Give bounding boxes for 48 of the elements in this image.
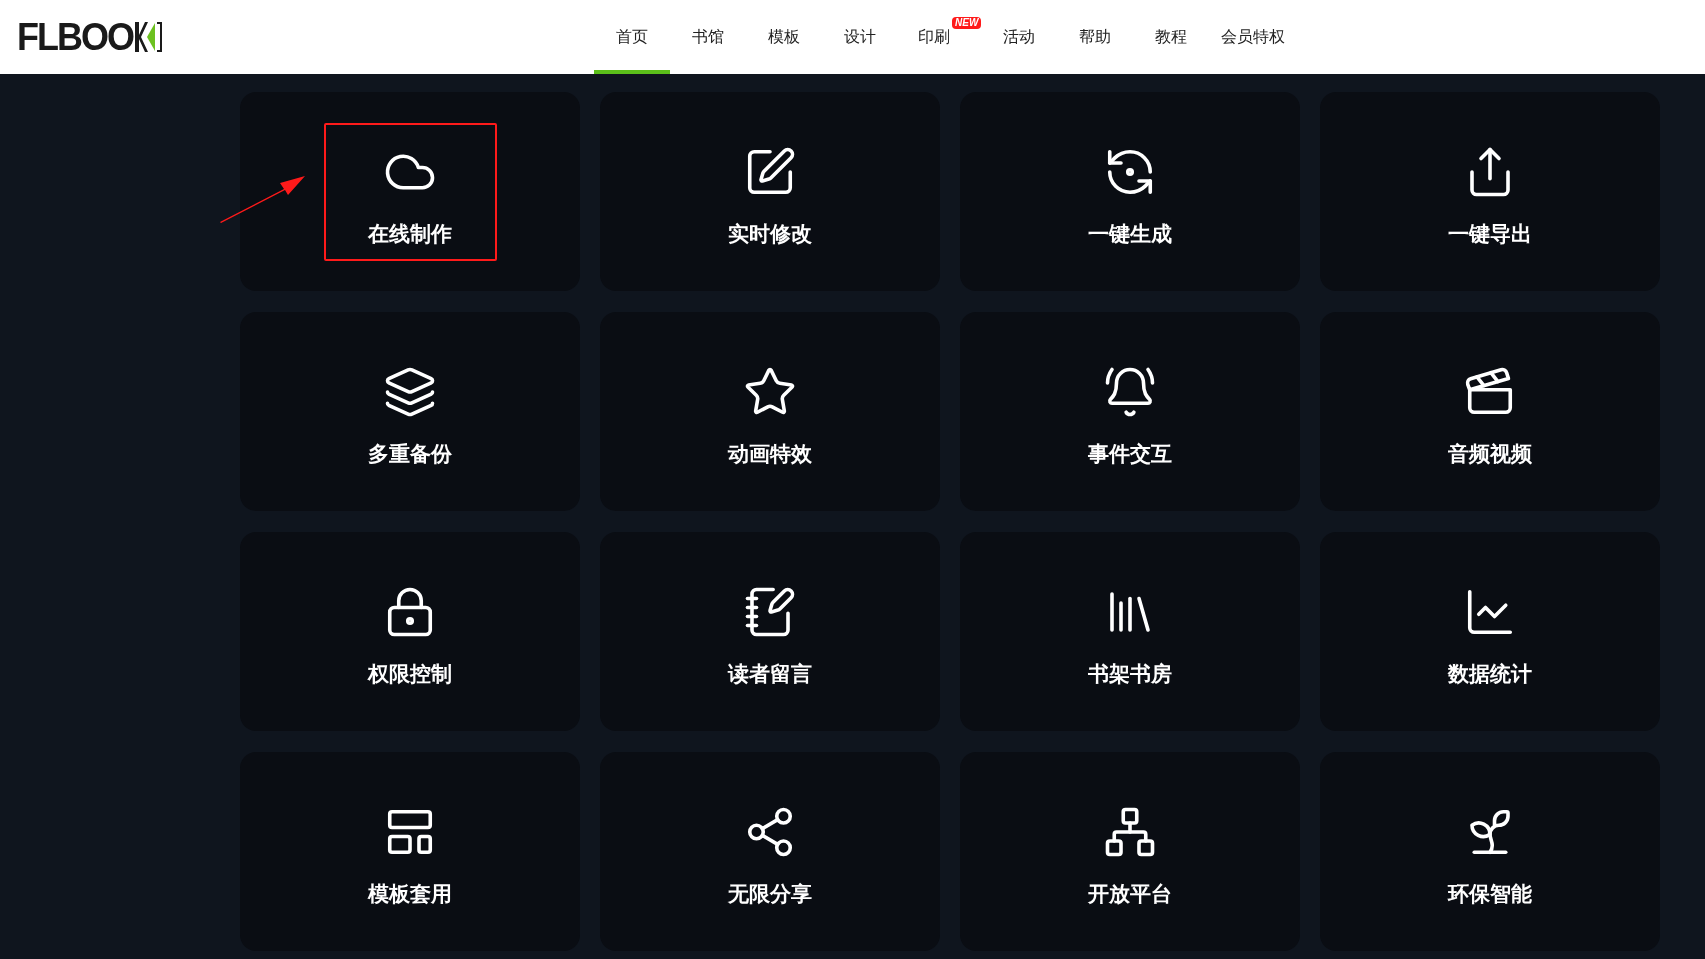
feature-label: 环保智能 (1448, 883, 1532, 904)
nav-tab[interactable]: 活动 (981, 0, 1058, 74)
feature-label: 动画特效 (728, 443, 812, 464)
nav-tab[interactable]: 教程 (1133, 0, 1210, 74)
feature-label: 无限分享 (728, 883, 812, 904)
feature-card[interactable]: 多重备份 (240, 312, 580, 511)
feature-label: 一键导出 (1448, 223, 1532, 244)
feature-card[interactable]: 环保智能 (1320, 752, 1660, 951)
feature-label: 书架书房 (1088, 663, 1172, 684)
feature-label: 数据统计 (1448, 663, 1532, 684)
feature-label: 读者留言 (728, 663, 812, 684)
nav-tab[interactable]: 设计 (822, 0, 898, 74)
feature-card[interactable]: 数据统计 (1320, 532, 1660, 731)
feature-card[interactable]: 一键导出 (1320, 92, 1660, 291)
bell-icon (1103, 365, 1157, 419)
feature-label: 在线制作 (368, 223, 452, 244)
feature-card[interactable]: 读者留言 (600, 532, 940, 731)
nav-tab[interactable]: 印刷 (898, 0, 950, 74)
feature-card[interactable]: 音频视频 (1320, 312, 1660, 511)
feature-label: 权限控制 (368, 663, 452, 684)
feature-card[interactable]: 模板套用 (240, 752, 580, 951)
feature-card[interactable]: 权限控制 (240, 532, 580, 731)
nav-tab[interactable]: 首页 (594, 0, 670, 74)
feature-card[interactable]: 事件交互 (960, 312, 1300, 511)
feature-card[interactable]: 无限分享 (600, 752, 940, 951)
network-icon (1103, 805, 1157, 859)
nav-tab[interactable]: 模板 (746, 0, 822, 74)
new-badge: NEW (952, 17, 982, 29)
logo-mark-icon (133, 20, 163, 54)
feature-label: 音频视频 (1448, 443, 1532, 464)
feature-card[interactable]: 实时修改 (600, 92, 940, 291)
layers-icon (383, 365, 437, 419)
feature-label: 多重备份 (368, 443, 452, 464)
nav-tab[interactable]: 书馆 (670, 0, 746, 74)
notebook-pen-icon (743, 585, 797, 639)
feature-card[interactable]: 开放平台 (960, 752, 1300, 951)
feature-label: 一键生成 (1088, 223, 1172, 244)
nav-tab[interactable]: 会员特权 (1209, 0, 1298, 74)
feature-label: 开放平台 (1088, 883, 1172, 904)
nav-tab[interactable]: 帮助 (1057, 0, 1134, 74)
feature-label: 模板套用 (368, 883, 452, 904)
logo[interactable]: FLBOO (17, 17, 133, 57)
feature-card[interactable]: 在线制作 (240, 92, 580, 291)
feature-label: 实时修改 (728, 223, 812, 244)
feature-card[interactable]: 动画特效 (600, 312, 940, 511)
feature-card[interactable]: 一键生成 (960, 92, 1300, 291)
feature-label: 事件交互 (1088, 443, 1172, 464)
feature-card[interactable]: 书架书房 (960, 532, 1300, 731)
